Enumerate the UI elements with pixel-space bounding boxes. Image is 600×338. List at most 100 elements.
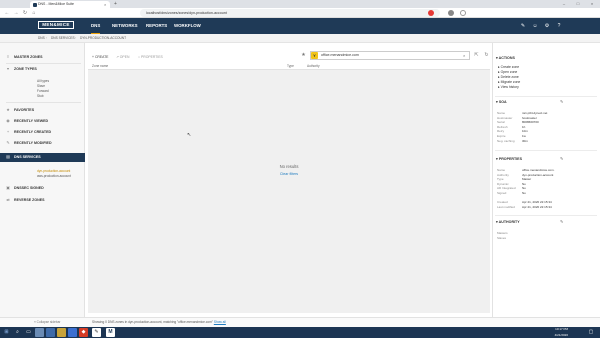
sidebar-item-label: MASTER ZONES bbox=[14, 55, 43, 59]
property-label: Signed bbox=[497, 191, 507, 195]
home-icon[interactable]: ⌂ bbox=[30, 8, 38, 18]
sidebar-item-reverse-zones[interactable]: REVERSE ZONES bbox=[0, 196, 85, 205]
settings-icon[interactable]: ⚙ bbox=[544, 23, 550, 29]
soa-label: Neg. caching bbox=[497, 138, 515, 143]
help-icon[interactable]: ? bbox=[556, 23, 562, 29]
sidebar-item-dnssec-signed[interactable]: DNSSEC SIGNED bbox=[0, 184, 85, 193]
sidebar-item-dns-services[interactable]: DNS SERVICES bbox=[0, 153, 85, 162]
sidebar-item-zone-types[interactable]: ZONE TYPES bbox=[0, 65, 85, 74]
divider bbox=[6, 102, 81, 103]
quick-filter-icon: Y bbox=[311, 52, 318, 59]
maximize-icon[interactable]: □ bbox=[572, 0, 584, 8]
action-view-history[interactable]: ▸ View history bbox=[498, 85, 519, 90]
create-button[interactable]: + CREATE bbox=[92, 54, 108, 60]
breadcrumb-item-services[interactable]: DNS SERVICES bbox=[51, 35, 75, 42]
properties-header[interactable]: ▾ PROPERTIES bbox=[496, 156, 522, 162]
open-button[interactable]: ↗ OPEN bbox=[116, 54, 129, 60]
search-value: office.menandmice.com bbox=[321, 53, 359, 57]
plus-icon: + bbox=[6, 129, 10, 134]
refresh-icon[interactable]: ↻ bbox=[483, 52, 490, 59]
dns-service-dyn[interactable]: dyn-production-account bbox=[37, 169, 70, 173]
actions-header[interactable]: ▾ ACTIONS bbox=[496, 55, 515, 61]
authority-header[interactable]: ▾ AUTHORITY bbox=[496, 219, 520, 225]
app-header bbox=[0, 18, 600, 34]
sidebar-item-master-zones[interactable]: MASTER ZONES bbox=[0, 53, 85, 62]
result-summary: Showing 0 DNS zones in dyn-production-ac… bbox=[92, 318, 226, 326]
extension-icon[interactable] bbox=[428, 10, 434, 16]
dns-service-aws[interactable]: aws-production-account bbox=[37, 174, 71, 178]
column-type[interactable]: Type bbox=[287, 63, 294, 70]
text-editor-icon[interactable]: ✎ bbox=[92, 328, 101, 337]
nav-dns[interactable]: DNS bbox=[91, 18, 101, 34]
app-icon[interactable] bbox=[35, 328, 44, 337]
notifications-icon[interactable]: ▢ bbox=[584, 328, 598, 337]
favorite-star-icon[interactable]: ★ bbox=[300, 52, 307, 59]
window-close-icon[interactable]: × bbox=[586, 0, 598, 8]
reverse-icon: ⇄ bbox=[6, 197, 10, 202]
user-icon[interactable]: ☺ bbox=[532, 23, 538, 29]
export-icon[interactable]: ⇱ bbox=[473, 52, 480, 59]
zone-type-all[interactable]: All types bbox=[37, 79, 49, 83]
action-label: Migrate zone bbox=[500, 80, 521, 84]
menu-icon[interactable] bbox=[460, 10, 466, 16]
column-zone-name[interactable]: Zone name bbox=[92, 63, 108, 70]
edit-properties-icon[interactable]: ✎ bbox=[560, 156, 563, 162]
soa-header[interactable]: ▾ SOA bbox=[496, 99, 507, 105]
divider bbox=[495, 96, 597, 97]
sidebar-item-recently-viewed[interactable]: RECENTLY VIEWED bbox=[0, 117, 85, 126]
pencil-icon: ✎ bbox=[6, 140, 10, 145]
task-view-icon[interactable]: ▭ bbox=[24, 328, 33, 337]
system-clock[interactable]: 10:17 PM 4/21/2020 bbox=[548, 327, 568, 338]
logo[interactable]: MEN&MICE bbox=[38, 21, 74, 29]
men-and-mice-icon[interactable]: M bbox=[106, 328, 115, 337]
profile-icon[interactable] bbox=[448, 10, 454, 16]
browser-tab[interactable]: DNS - Men&Mice Suite bbox=[30, 1, 110, 8]
column-authority[interactable]: Authority bbox=[307, 63, 320, 70]
brave-browser-icon[interactable]: ◆ bbox=[79, 328, 88, 337]
sidebar-item-recently-created[interactable]: RECENTLY CREATED bbox=[0, 128, 85, 137]
reload-icon[interactable]: ↻ bbox=[21, 8, 29, 18]
sidebar-item-label: ZONE TYPES bbox=[14, 67, 37, 71]
clock-date: 4/21/2020 bbox=[554, 332, 568, 337]
sidebar-item-recently-modified[interactable]: RECENTLY MODIFIED bbox=[0, 139, 85, 148]
breadcrumb-item-dns[interactable]: DNS bbox=[38, 35, 45, 42]
forward-icon[interactable]: → bbox=[12, 8, 20, 18]
show-all-link[interactable]: Show all bbox=[214, 320, 226, 324]
edit-authority-icon[interactable]: ✎ bbox=[560, 219, 563, 225]
divider bbox=[495, 150, 597, 151]
action-label: View history bbox=[500, 85, 519, 89]
clear-search-icon[interactable]: × bbox=[463, 51, 465, 60]
start-icon[interactable]: ⊞ bbox=[2, 328, 11, 337]
new-tab-icon[interactable]: + bbox=[114, 1, 117, 8]
tab-close-icon[interactable]: × bbox=[104, 1, 106, 8]
divider bbox=[6, 63, 81, 64]
properties-button[interactable]: ○ PROPERTIES bbox=[138, 54, 163, 60]
lock-icon: ▣ bbox=[6, 185, 10, 190]
zone-type-slave[interactable]: Slave bbox=[37, 84, 45, 88]
file-explorer-icon[interactable] bbox=[57, 328, 66, 337]
collapse-sidebar-button[interactable]: « Collapse sidebar bbox=[34, 318, 60, 326]
zone-type-stub[interactable]: Stub bbox=[37, 94, 44, 98]
soa-value: 30m bbox=[522, 138, 528, 143]
clear-filters-link[interactable]: Clear filters bbox=[88, 172, 490, 176]
properties-label: PROPERTIES bbox=[141, 55, 163, 59]
back-icon[interactable]: ← bbox=[3, 8, 11, 18]
star-icon: ★ bbox=[6, 107, 10, 112]
minimize-icon[interactable]: – bbox=[558, 0, 570, 8]
app-icon[interactable] bbox=[46, 328, 55, 337]
edit-soa-icon[interactable]: ✎ bbox=[560, 99, 563, 105]
nav-reports[interactable]: REPORTS bbox=[146, 18, 167, 34]
task-icon[interactable]: ✎ bbox=[520, 23, 526, 29]
url-input[interactable]: localhost/dns/zones/zones/dyn-production… bbox=[140, 9, 440, 17]
action-label: Create zone bbox=[500, 65, 520, 69]
sidebar-item-favorites[interactable]: FAVORITES bbox=[0, 106, 85, 115]
breadcrumb-separator: › bbox=[46, 36, 48, 40]
zone-type-forward[interactable]: Forward bbox=[37, 89, 49, 93]
search-icon[interactable]: ⌕ bbox=[13, 328, 22, 337]
app-icon[interactable] bbox=[68, 328, 77, 337]
section-title: ACTIONS bbox=[498, 56, 515, 60]
nav-networks[interactable]: NETWORKS bbox=[112, 18, 138, 34]
os-taskbar bbox=[0, 327, 600, 338]
nav-workflow[interactable]: WORKFLOW bbox=[174, 18, 201, 34]
section-title: SOA bbox=[498, 100, 507, 104]
